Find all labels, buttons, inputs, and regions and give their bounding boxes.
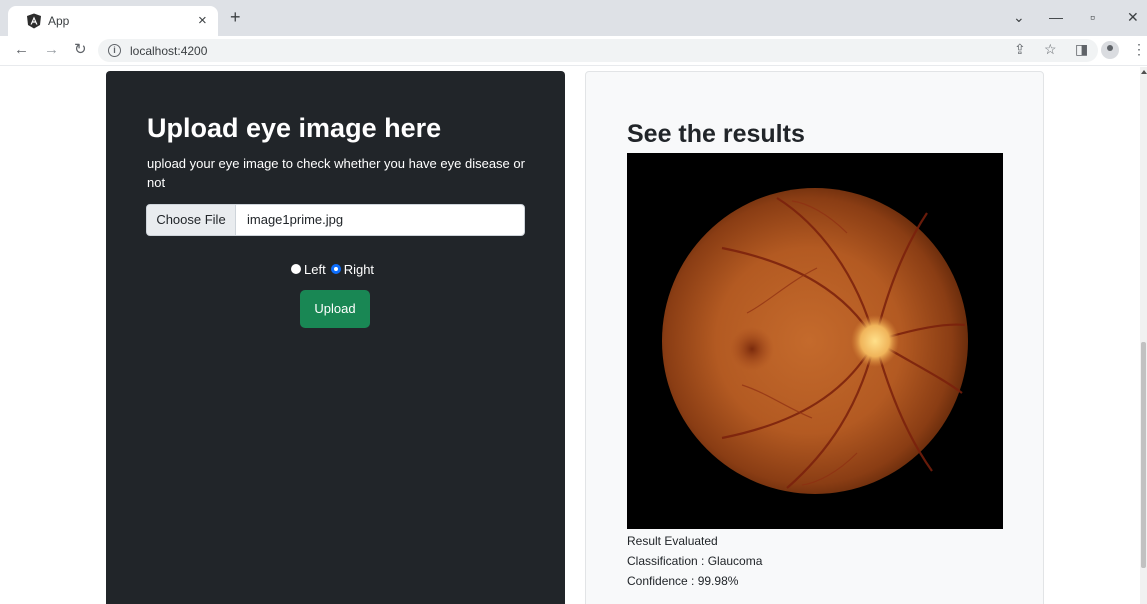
page-viewport: Upload eye image here upload your eye im… (0, 67, 1140, 604)
arrow-right-icon[interactable]: → (44, 42, 59, 57)
angular-logo-icon (27, 13, 41, 29)
info-icon[interactable]: i (108, 44, 121, 57)
retina-fundus-image (662, 188, 968, 494)
upload-description: upload your eye image to check whether y… (147, 156, 525, 190)
reload-icon[interactable]: ↻ (74, 42, 87, 57)
scroll-up-arrow-icon[interactable] (1141, 70, 1147, 74)
kebab-menu-icon[interactable]: ⋮ (1132, 42, 1146, 56)
eye-side-radio-group: Left Right (291, 261, 379, 277)
results-panel: See the results Result Evaluated Classif… (585, 71, 1044, 604)
side-panel-icon[interactable]: ◨ (1075, 42, 1088, 56)
profile-icon[interactable] (1101, 41, 1119, 59)
file-input[interactable]: Choose File image1prime.jpg (146, 204, 525, 236)
star-icon[interactable]: ☆ (1044, 42, 1057, 56)
upload-panel: Upload eye image here upload your eye im… (106, 71, 565, 604)
result-classification: Classification : Glaucoma (627, 554, 763, 568)
address-bar[interactable]: i localhost:4200 (98, 39, 1098, 62)
fundus-image (627, 153, 1003, 529)
new-tab-icon[interactable]: + (230, 8, 241, 26)
minimize-icon[interactable]: — (1049, 10, 1063, 24)
result-status: Result Evaluated (627, 534, 718, 548)
upload-title: Upload eye image here (147, 113, 442, 143)
selected-file-name: image1prime.jpg (247, 212, 344, 227)
tab-search-chevron-icon[interactable]: ⌄ (1013, 10, 1025, 24)
radio-right-label[interactable]: Right (344, 262, 374, 277)
browser-tabstrip: App × + ⌄ — ▫ ✕ (0, 0, 1147, 36)
browser-tab[interactable]: App × (8, 6, 218, 36)
url-text[interactable]: localhost:4200 (130, 44, 207, 58)
result-confidence: Confidence : 99.98% (627, 574, 739, 588)
scrollbar-thumb[interactable] (1141, 342, 1146, 568)
tab-title: App (48, 14, 70, 28)
result-summary: Result Evaluated Classification : Glauco… (627, 531, 762, 591)
arrow-left-icon[interactable]: ← (14, 42, 29, 57)
browser-toolbar: ← → ↻ i localhost:4200 ⇪ ☆ ◨ ⋮ (0, 36, 1147, 66)
radio-left[interactable] (291, 264, 301, 274)
upload-button[interactable]: Upload (300, 290, 370, 328)
radio-left-label[interactable]: Left (304, 262, 326, 277)
window-close-icon[interactable]: ✕ (1127, 10, 1139, 24)
results-title: See the results (627, 120, 805, 148)
restore-icon[interactable]: ▫ (1090, 10, 1095, 24)
share-icon[interactable]: ⇪ (1014, 42, 1026, 56)
radio-right[interactable] (330, 264, 341, 274)
tab-close-icon[interactable]: × (198, 13, 207, 28)
choose-file-button[interactable]: Choose File (147, 205, 236, 235)
